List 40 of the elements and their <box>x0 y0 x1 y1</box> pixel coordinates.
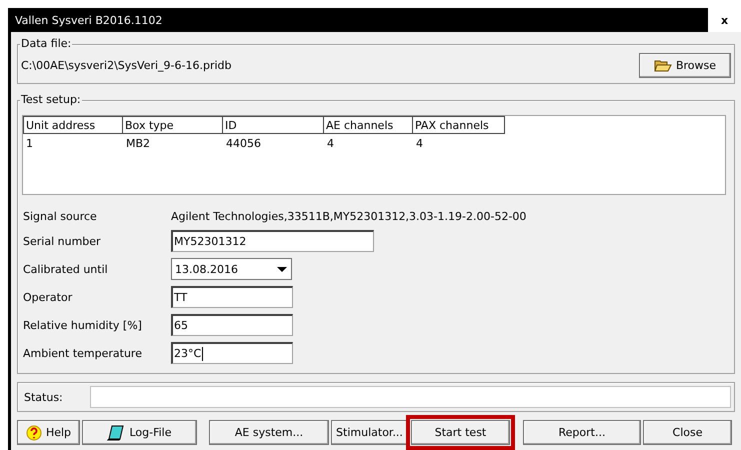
window-close-button[interactable]: x <box>708 8 741 32</box>
field-label: Relative humidity [%] <box>23 318 143 332</box>
signal-source-value: Agilent Technologies,33511B,MY52301312,3.03-1.19-2.00-52-00 <box>171 210 526 222</box>
action-button[interactable]: Report... <box>523 420 641 445</box>
browse-button[interactable]: Browse <box>639 53 731 78</box>
action-button[interactable]: Close <box>643 420 732 445</box>
column-header[interactable]: AE channels <box>324 116 413 134</box>
file-path: C:\00AE\sysveri2\SysVeri_9-6-16.pridb <box>21 59 232 72</box>
group-label: Data file: <box>20 37 72 50</box>
field-label: Signal source <box>23 210 98 222</box>
input-field[interactable]: TT <box>171 286 293 308</box>
column-header[interactable]: ID <box>223 116 324 134</box>
field-label: Operator <box>23 290 74 304</box>
table-cell-text: 1 <box>25 136 34 152</box>
action-button[interactable]: Stimulator... <box>331 420 408 445</box>
table-cell-text: 44056 <box>225 136 262 152</box>
table-cell-text: 4 <box>326 136 335 152</box>
field-label: Ambient temperature <box>23 346 143 360</box>
dropdown-arrow-icon <box>277 266 287 272</box>
notebook-icon <box>107 424 126 440</box>
column-header[interactable]: Box type <box>123 116 223 134</box>
help-icon <box>26 424 42 440</box>
status-label: Status: <box>24 390 64 404</box>
table-cell-text: 4 <box>415 136 424 152</box>
action-button[interactable]: Start test <box>411 420 510 445</box>
input-field[interactable]: 23°C <box>171 342 293 364</box>
table-cell-text: MB2 <box>125 136 152 152</box>
group-label: Test setup: <box>20 93 82 106</box>
action-button[interactable]: AE system... <box>209 420 329 445</box>
action-button[interactable]: Help <box>17 420 80 445</box>
column-header[interactable]: Unit address <box>23 116 123 134</box>
action-button[interactable]: Log-File <box>82 420 197 445</box>
input-field[interactable]: 65 <box>171 314 293 336</box>
field-label: Serial number <box>23 234 102 248</box>
window-title: Vallen Sysveri B2016.1102 <box>14 14 162 26</box>
date-dropdown[interactable]: 13.08.2016 <box>171 258 292 280</box>
input-field[interactable]: MY52301312 <box>171 230 374 252</box>
field-label: Calibrated until <box>23 262 109 276</box>
column-header[interactable]: PAX channels <box>413 116 505 134</box>
folder-icon <box>654 58 672 72</box>
